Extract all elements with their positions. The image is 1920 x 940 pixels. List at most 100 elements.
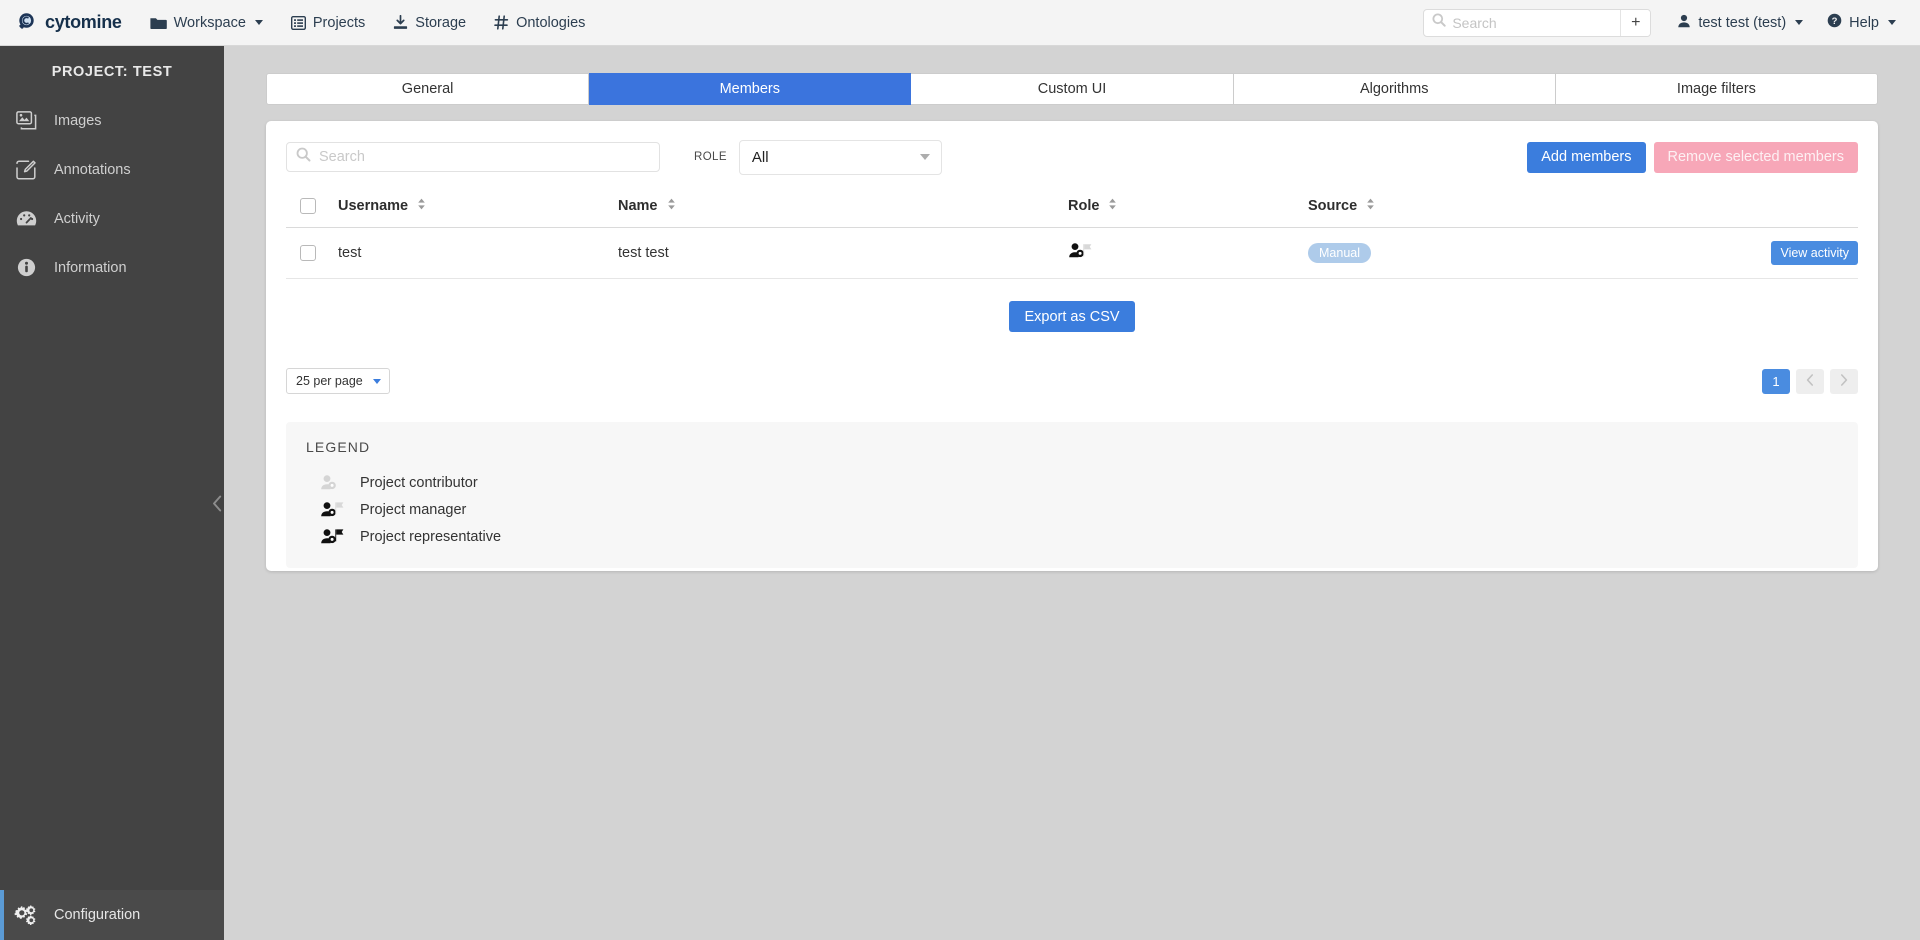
brand-name: cytomine: [45, 12, 122, 33]
user-menu[interactable]: test test (test): [1665, 0, 1815, 46]
role-filter-label: ROLE: [694, 151, 727, 163]
row-actions-cell: View activity: [1588, 228, 1858, 279]
legend-item-representative: Project representative: [306, 523, 1838, 550]
help-menu-label: Help: [1849, 15, 1879, 31]
sidebar-item-images-label: Images: [54, 113, 102, 129]
help-menu[interactable]: ? Help: [1815, 0, 1908, 46]
project-manager-icon: [1068, 248, 1096, 264]
sidebar-item-annotations-label: Annotations: [54, 162, 131, 178]
view-activity-button[interactable]: View activity: [1771, 241, 1858, 265]
legend-item-contributor: Project contributor: [306, 469, 1838, 496]
sort-icon: [667, 198, 676, 214]
column-header-source[interactable]: Source: [1308, 198, 1588, 228]
global-search-add-button[interactable]: +: [1620, 10, 1650, 36]
row-select-cell: [286, 228, 338, 279]
nav-item-storage[interactable]: Storage: [379, 0, 480, 46]
chevron-down-icon: [255, 20, 263, 25]
question-circle-icon: ?: [1827, 13, 1842, 32]
legend-item-contributor-label: Project contributor: [360, 475, 478, 491]
nav-item-ontologies[interactable]: Ontologies: [480, 0, 599, 46]
search-icon: [296, 147, 311, 167]
sidebar-bottom-section: Configuration: [0, 890, 224, 940]
column-header-username[interactable]: Username: [338, 198, 618, 228]
tachometer-icon: [14, 210, 38, 227]
legend-item-representative-label: Project representative: [360, 529, 501, 545]
tab-custom-ui[interactable]: Custom UI: [911, 73, 1233, 105]
add-members-button[interactable]: Add members: [1527, 142, 1645, 173]
remove-selected-members-button[interactable]: Remove selected members: [1654, 142, 1859, 173]
search-icon: [1432, 13, 1446, 32]
sidebar-item-images[interactable]: Images: [0, 96, 224, 145]
column-header-name-label: Name: [618, 198, 658, 214]
tab-general[interactable]: General: [266, 73, 589, 105]
sidebar-item-annotations[interactable]: Annotations: [0, 145, 224, 194]
chevron-right-icon: [1840, 374, 1848, 389]
status-badge: Manual: [1308, 243, 1371, 263]
sort-icon: [417, 198, 426, 214]
list-alt-icon: [291, 16, 306, 30]
sidebar-item-information-label: Information: [54, 260, 127, 276]
hashtag-icon: [494, 15, 509, 30]
page-prev-button[interactable]: [1796, 369, 1824, 394]
nav-item-projects[interactable]: Projects: [277, 0, 379, 46]
legend-title: LEGEND: [306, 439, 1838, 455]
user-cog-flag-light-icon: [306, 501, 360, 518]
sidebar-item-information[interactable]: Information: [0, 243, 224, 292]
tab-image-filters[interactable]: Image filters: [1556, 73, 1878, 105]
user-cog-flag-dark-icon: [306, 528, 360, 545]
select-all-header: [286, 198, 338, 228]
sidebar-item-activity[interactable]: Activity: [0, 194, 224, 243]
per-page-select[interactable]: 25 per page: [286, 368, 390, 394]
role-filter-value: All: [752, 149, 769, 166]
chevron-down-icon: [373, 379, 381, 384]
chevron-left-icon: [1806, 374, 1814, 389]
members-table: Username Name Role: [286, 198, 1858, 279]
tab-members[interactable]: Members: [589, 73, 911, 105]
global-search-input[interactable]: [1452, 15, 1612, 31]
global-search-box[interactable]: [1424, 10, 1620, 36]
column-header-source-label: Source: [1308, 198, 1357, 214]
row-source: Manual: [1308, 228, 1588, 279]
column-header-actions: [1588, 198, 1858, 228]
members-filter-row: ROLE All Add members Remove selected mem…: [286, 140, 1858, 174]
column-header-name[interactable]: Name: [618, 198, 1068, 228]
brand-logo-link[interactable]: cytomine: [0, 0, 136, 46]
sort-icon: [1108, 198, 1117, 214]
sidebar-item-activity-label: Activity: [54, 211, 100, 227]
user-cog-light-icon: [306, 474, 360, 491]
navbar-right: + test test (test) ? Help: [1423, 0, 1920, 46]
sidebar-project-title: PROJECT: TEST: [0, 46, 224, 96]
project-settings-tabs: General Members Custom UI Algorithms Ima…: [266, 73, 1878, 105]
nav-item-storage-label: Storage: [415, 15, 466, 31]
members-search[interactable]: [286, 142, 660, 172]
role-filter-select[interactable]: All: [739, 140, 942, 175]
legend-item-manager: Project manager: [306, 496, 1838, 523]
tab-algorithms[interactable]: Algorithms: [1234, 73, 1556, 105]
info-circle-icon: [14, 258, 38, 277]
row-select-checkbox[interactable]: [300, 245, 316, 261]
page-next-button[interactable]: [1830, 369, 1858, 394]
svg-text:?: ?: [1832, 16, 1838, 27]
export-csv-button[interactable]: Export as CSV: [1009, 301, 1134, 332]
nav-item-projects-label: Projects: [313, 15, 365, 31]
user-menu-label: test test (test): [1698, 15, 1786, 31]
row-username: test: [338, 228, 618, 279]
sidebar-collapse-toggle[interactable]: [210, 484, 224, 528]
global-search[interactable]: +: [1423, 9, 1651, 37]
chevron-down-icon: [1888, 20, 1896, 25]
chevron-down-icon: [1795, 20, 1803, 25]
column-header-role[interactable]: Role: [1068, 198, 1308, 228]
pager: 1: [1762, 369, 1858, 394]
members-search-input[interactable]: [319, 149, 650, 165]
sort-icon: [1366, 198, 1375, 214]
table-header-row: Username Name Role: [286, 198, 1858, 228]
chevron-left-icon: [212, 495, 223, 517]
row-name: test test: [618, 228, 1068, 279]
sidebar-item-configuration[interactable]: Configuration: [4, 890, 224, 940]
legend-panel: LEGEND Project contributor: [286, 422, 1858, 568]
primary-nav: Workspace Projects Storage Ontologies: [136, 0, 600, 46]
nav-item-workspace[interactable]: Workspace: [136, 0, 277, 46]
per-page-value: 25 per page: [296, 374, 363, 388]
page-button-1[interactable]: 1: [1762, 369, 1790, 394]
select-all-checkbox[interactable]: [300, 198, 316, 214]
